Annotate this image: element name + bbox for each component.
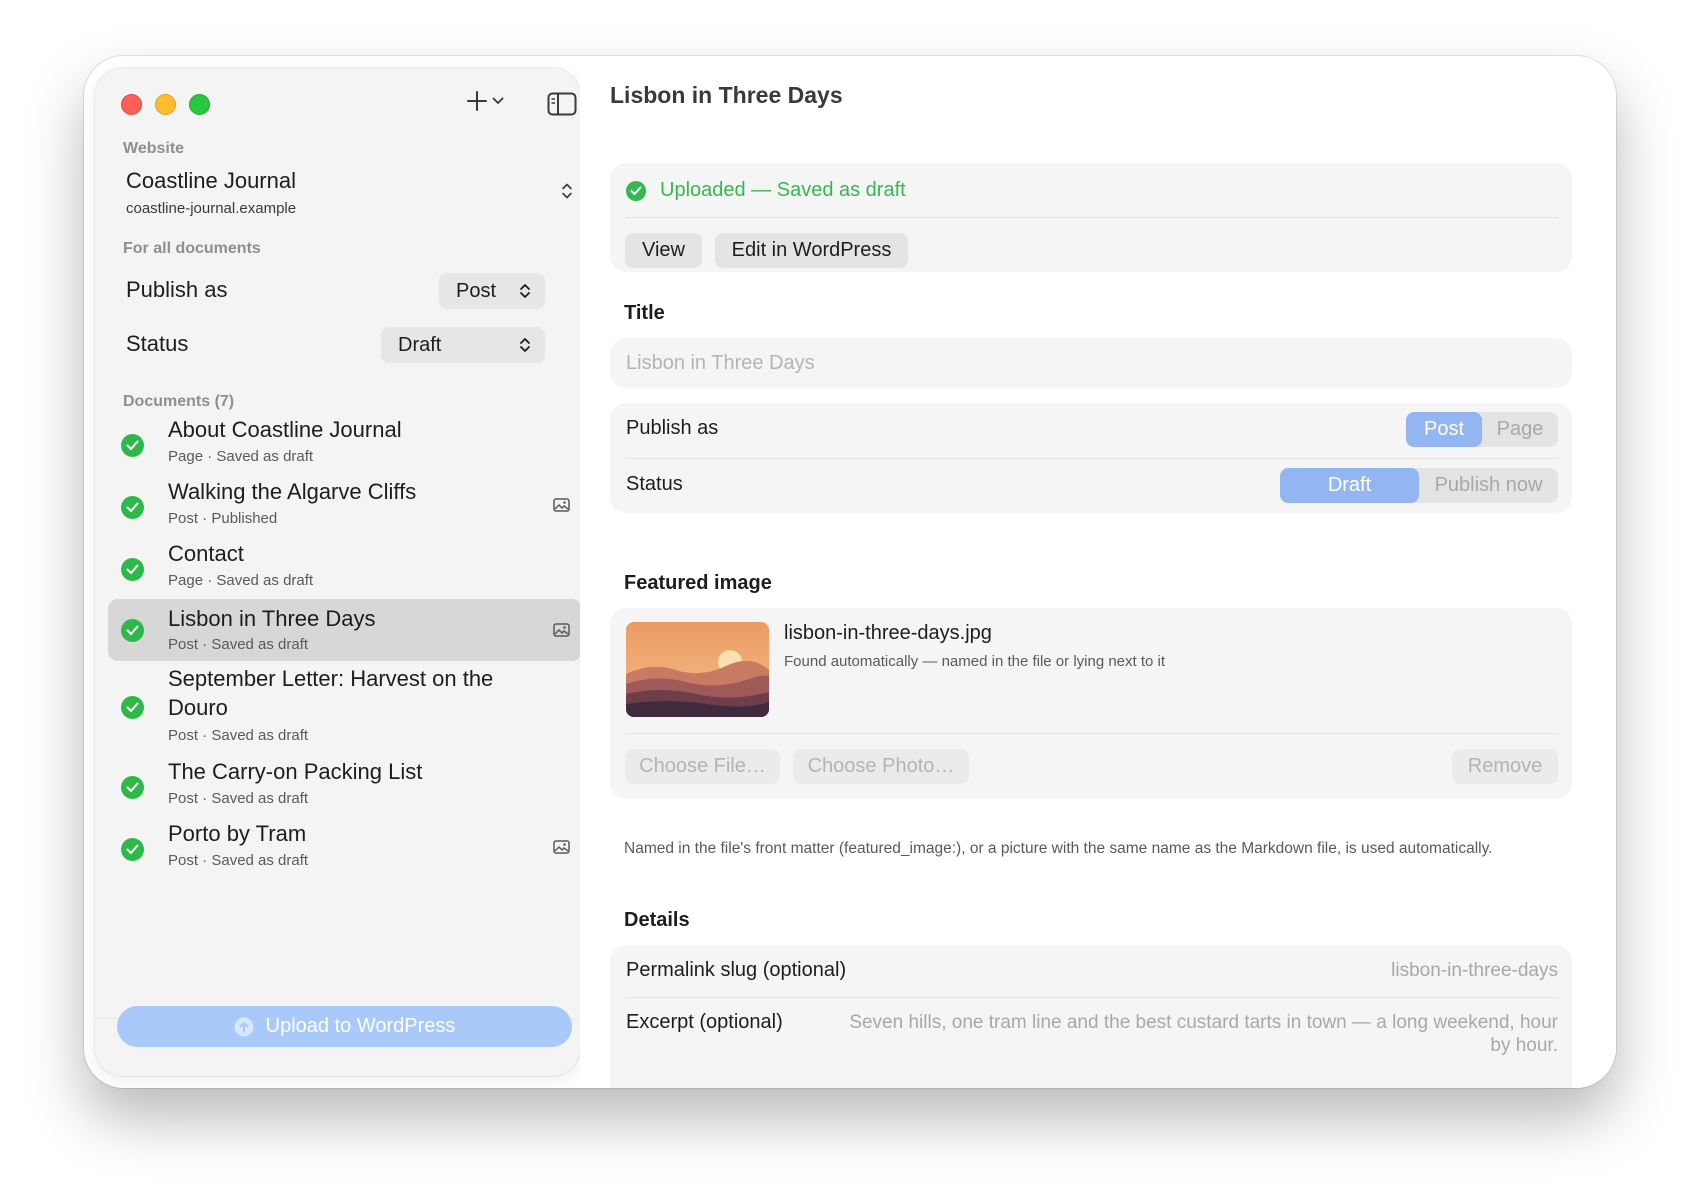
site-name[interactable]: Coastline Journal: [126, 168, 296, 194]
featured-image-help-text: Named in the file's front matter (featur…: [624, 840, 1493, 857]
document-subtitle: Post · Saved as draft: [168, 790, 309, 807]
publish-as-label: Publish as: [626, 417, 719, 439]
publish-as-popup[interactable]: Post: [439, 273, 545, 309]
chevron-down-icon: [492, 97, 504, 104]
title-section-heading: Title: [624, 302, 665, 324]
segment-page[interactable]: Page: [1482, 412, 1558, 447]
divider: [626, 458, 1558, 459]
publish-as-value: Post: [456, 279, 497, 302]
document-title: September Letter: Harvest on the Douro: [168, 666, 494, 720]
site-url: coastline-journal.example: [126, 200, 297, 217]
documents-section-label: Documents (7): [123, 393, 235, 410]
status-value: Draft: [398, 333, 442, 356]
remove-image-button[interactable]: Remove: [1452, 749, 1558, 784]
choose-photo-button[interactable]: Choose Photo…: [793, 749, 969, 784]
photo-icon: [553, 840, 570, 854]
sidebar-toggle-icon: [547, 92, 577, 116]
divider: [626, 217, 1558, 218]
featured-image-card: lisbon-in-three-days.jpg Found automatic…: [610, 608, 1572, 799]
document-title: About Coastline Journal: [168, 417, 402, 442]
checkmark-circle-icon: [121, 776, 144, 799]
minimize-window-button[interactable]: [155, 94, 176, 115]
status-label: Status: [126, 331, 189, 356]
main-content: Lisbon in Three Days Uploaded — Saved as…: [580, 56, 1616, 1088]
website-section-label: Website: [123, 140, 185, 157]
upload-button-label: Upload to WordPress: [265, 1015, 456, 1037]
title-field[interactable]: Lisbon in Three Days: [610, 338, 1572, 388]
upload-arrow-icon: [234, 1017, 254, 1036]
publish-settings-card: Publish as Post Page Status Draft Publis…: [610, 403, 1572, 513]
upload-status-text: Uploaded — Saved as draft: [660, 179, 906, 201]
choose-file-button[interactable]: Choose File…: [625, 749, 780, 784]
close-window-button[interactable]: [121, 94, 142, 115]
details-card: Permalink slug (optional) lisbon-in-thre…: [610, 945, 1572, 1088]
details-section-heading: Details: [624, 909, 690, 931]
featured-image-source-note: Found automatically — named in the file …: [784, 653, 1166, 670]
document-subtitle: Post · Published: [168, 510, 278, 527]
publish-as-segmented-control[interactable]: Post Page: [1406, 412, 1558, 447]
document-subtitle: Page · Saved as draft: [168, 448, 314, 465]
document-item-algarve[interactable]: Walking the Algarve Cliffs Post · Publis…: [108, 474, 580, 536]
status-label: Status: [626, 473, 683, 495]
checkmark-circle-icon: [121, 434, 144, 457]
document-subtitle: Post · Saved as draft: [168, 727, 309, 744]
divider: [626, 733, 1558, 734]
edit-in-wordpress-button[interactable]: Edit in WordPress: [715, 233, 908, 268]
up-down-chevron-icon: [520, 338, 530, 352]
document-title: Contact: [168, 541, 244, 566]
document-item-about[interactable]: About Coastline Journal Page · Saved as …: [108, 412, 580, 474]
up-down-chevron-icon: [520, 284, 530, 298]
sidebar-toggle-button[interactable]: [547, 92, 577, 121]
document-title: The Carry-on Packing List: [168, 759, 423, 784]
upload-to-wordpress-button[interactable]: Upload to WordPress: [117, 1006, 572, 1047]
segment-draft[interactable]: Draft: [1280, 468, 1419, 503]
site-selector-chevron-icon[interactable]: [561, 182, 573, 205]
document-item-september-letter[interactable]: September Letter: Harvest on the Douro P…: [108, 664, 580, 752]
document-subtitle: Page · Saved as draft: [168, 572, 314, 589]
photo-icon: [553, 623, 570, 637]
document-subtitle: Post · Saved as draft: [168, 636, 309, 653]
excerpt-label: Excerpt (optional): [626, 1011, 783, 1033]
featured-image-filename: lisbon-in-three-days.jpg: [784, 622, 992, 644]
upload-status-card: Uploaded — Saved as draft View Edit in W…: [610, 163, 1572, 272]
checkmark-circle-icon: [626, 180, 646, 201]
permalink-label: Permalink slug (optional): [626, 959, 847, 981]
checkmark-circle-icon: [121, 619, 144, 642]
checkmark-circle-icon: [121, 496, 144, 519]
zoom-window-button[interactable]: [189, 94, 210, 115]
status-popup[interactable]: Draft: [381, 327, 545, 363]
segment-publish-now[interactable]: Publish now: [1419, 468, 1558, 503]
document-title: Porto by Tram: [168, 821, 307, 846]
divider: [626, 997, 1558, 998]
excerpt-input-placeholder[interactable]: Seven hills, one tram line and the best …: [834, 1011, 1558, 1057]
sidebar: Website Coastline Journal coastline-jour…: [95, 68, 580, 1076]
document-item-contact[interactable]: Contact Page · Saved as draft: [108, 536, 580, 598]
permalink-input-placeholder[interactable]: lisbon-in-three-days: [1391, 960, 1558, 982]
document-title: Walking the Algarve Cliffs: [168, 479, 417, 504]
page-title: Lisbon in Three Days: [610, 82, 843, 108]
add-document-button[interactable]: [466, 90, 504, 112]
title-input-placeholder: Lisbon in Three Days: [626, 352, 815, 374]
status-segmented-control[interactable]: Draft Publish now: [1280, 468, 1558, 503]
document-subtitle: Post · Saved as draft: [168, 852, 309, 869]
for-all-documents-label: For all documents: [123, 240, 261, 257]
checkmark-circle-icon: [121, 696, 144, 719]
featured-image-section-heading: Featured image: [624, 572, 772, 594]
segment-post[interactable]: Post: [1406, 412, 1482, 447]
view-button[interactable]: View: [625, 233, 702, 268]
checkmark-circle-icon: [121, 558, 144, 581]
photo-icon: [553, 498, 570, 512]
checkmark-circle-icon: [121, 838, 144, 861]
publish-as-label: Publish as: [126, 277, 228, 302]
featured-image-thumbnail: [626, 622, 769, 717]
plus-icon: [467, 91, 487, 111]
document-item-packing-list[interactable]: The Carry-on Packing List Post · Saved a…: [108, 754, 580, 816]
app-window: Website Coastline Journal coastline-jour…: [84, 56, 1616, 1088]
document-title: Lisbon in Three Days: [168, 606, 376, 631]
document-item-lisbon[interactable]: Lisbon in Three Days Post · Saved as dra…: [108, 599, 580, 661]
document-item-porto[interactable]: Porto by Tram Post · Saved as draft: [108, 816, 580, 878]
